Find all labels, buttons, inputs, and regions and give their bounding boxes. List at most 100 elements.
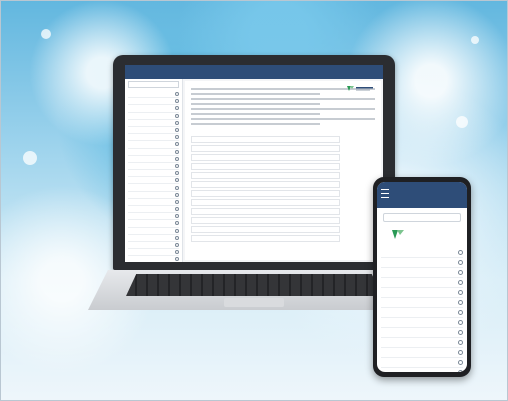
text-line	[191, 118, 375, 120]
sidebar-item[interactable]	[128, 177, 179, 185]
list-item[interactable]	[381, 308, 463, 318]
sidebar-item[interactable]	[128, 98, 179, 106]
expand-icon[interactable]	[175, 135, 179, 140]
toc-row[interactable]	[191, 172, 341, 179]
toc-row[interactable]	[191, 235, 341, 242]
expand-icon[interactable]	[458, 260, 463, 265]
bokeh-light	[471, 36, 479, 44]
toc-row[interactable]	[191, 217, 341, 224]
sidebar-item[interactable]	[128, 249, 179, 257]
text-line	[191, 103, 320, 105]
expand-icon[interactable]	[175, 142, 179, 147]
laptop-screen	[125, 65, 383, 262]
expand-icon[interactable]	[458, 270, 463, 275]
expand-icon[interactable]	[175, 207, 179, 212]
sidebar-item[interactable]	[128, 170, 179, 178]
expand-icon[interactable]	[175, 221, 179, 226]
phone-logo	[391, 228, 461, 242]
expand-icon[interactable]	[175, 257, 179, 262]
list-item[interactable]	[381, 298, 463, 308]
expand-icon[interactable]	[175, 214, 179, 219]
expand-icon[interactable]	[458, 320, 463, 325]
toc-row[interactable]	[191, 208, 341, 215]
expand-icon[interactable]	[175, 171, 179, 176]
expand-icon[interactable]	[175, 156, 179, 161]
expand-icon[interactable]	[175, 185, 179, 190]
toc-row[interactable]	[191, 163, 341, 170]
sidebar-item[interactable]	[128, 192, 179, 199]
toc-row[interactable]	[191, 226, 341, 233]
text-line	[191, 108, 375, 110]
expand-icon[interactable]	[175, 99, 179, 104]
toc-row[interactable]	[191, 145, 341, 152]
expand-icon[interactable]	[175, 178, 179, 183]
expand-icon[interactable]	[175, 199, 179, 204]
bokeh-light	[456, 116, 468, 128]
sidebar-item[interactable]	[128, 149, 179, 156]
phone-device	[373, 177, 471, 377]
list-item[interactable]	[381, 258, 463, 268]
list-item[interactable]	[381, 328, 463, 338]
expand-icon[interactable]	[458, 280, 463, 285]
expand-icon[interactable]	[458, 310, 463, 315]
sidebar-item[interactable]	[128, 163, 179, 171]
expand-icon[interactable]	[175, 106, 179, 111]
sidebar-item[interactable]	[128, 220, 179, 228]
expand-icon[interactable]	[458, 370, 463, 372]
hamburger-menu-icon[interactable]	[381, 189, 389, 198]
list-item[interactable]	[381, 268, 463, 278]
list-item[interactable]	[381, 318, 463, 328]
sidebar-item[interactable]	[128, 242, 179, 250]
expand-icon[interactable]	[175, 120, 179, 125]
laptop-search-input[interactable]	[128, 81, 179, 88]
sidebar-item[interactable]	[128, 127, 179, 135]
laptop-lid	[113, 55, 395, 270]
expand-icon[interactable]	[458, 290, 463, 295]
expand-icon[interactable]	[458, 340, 463, 345]
list-item[interactable]	[381, 288, 463, 298]
phone-search-input[interactable]	[383, 213, 461, 222]
expand-icon[interactable]	[175, 113, 179, 118]
list-item[interactable]	[381, 348, 463, 358]
toc-row[interactable]	[191, 136, 341, 143]
expand-icon[interactable]	[458, 360, 463, 365]
sidebar-item[interactable]	[128, 184, 179, 192]
expand-icon[interactable]	[458, 350, 463, 355]
expand-icon[interactable]	[175, 163, 179, 168]
sidebar-item[interactable]	[128, 256, 179, 262]
sidebar-item[interactable]	[128, 91, 179, 99]
list-item[interactable]	[381, 358, 463, 368]
toc-row[interactable]	[191, 154, 341, 161]
expand-icon[interactable]	[175, 250, 179, 255]
sidebar-item[interactable]	[128, 228, 179, 235]
sidebar-item[interactable]	[128, 199, 179, 206]
expand-icon[interactable]	[175, 228, 179, 233]
sidebar-item[interactable]	[128, 156, 179, 163]
list-item[interactable]	[381, 338, 463, 348]
expand-icon[interactable]	[175, 92, 179, 97]
expand-icon[interactable]	[175, 128, 179, 133]
list-item[interactable]	[381, 248, 463, 258]
sidebar-item[interactable]	[128, 213, 179, 221]
list-item[interactable]	[381, 278, 463, 288]
expand-icon[interactable]	[175, 149, 179, 154]
sidebar-item[interactable]	[128, 105, 179, 113]
expand-icon[interactable]	[458, 300, 463, 305]
toc-row[interactable]	[191, 190, 341, 197]
expand-icon[interactable]	[458, 330, 463, 335]
list-item[interactable]	[381, 368, 463, 372]
expand-icon[interactable]	[458, 250, 463, 255]
sidebar-item[interactable]	[128, 141, 179, 149]
toc-row[interactable]	[191, 181, 341, 188]
expand-icon[interactable]	[175, 243, 179, 248]
sidebar-item[interactable]	[128, 206, 179, 214]
sidebar-item[interactable]	[128, 120, 179, 127]
phone-app-header	[377, 182, 467, 208]
sidebar-item[interactable]	[128, 235, 179, 242]
toc-row[interactable]	[191, 199, 341, 206]
expand-icon[interactable]	[175, 235, 179, 240]
sidebar-item[interactable]	[128, 113, 179, 120]
expand-icon[interactable]	[175, 192, 179, 197]
bokeh-light	[41, 29, 51, 39]
sidebar-item[interactable]	[128, 134, 179, 142]
